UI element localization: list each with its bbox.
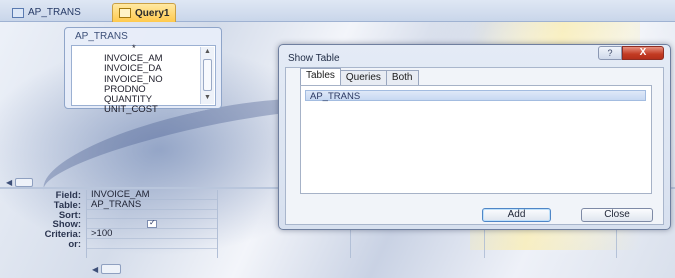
tab-tables[interactable]: Tables [300, 68, 341, 85]
dialog-tabs: Tables Queries Both [300, 68, 419, 85]
table-list: AP_TRANS [300, 85, 652, 194]
close-icon[interactable]: X [622, 46, 664, 60]
field-list: * INVOICE_AM INVOICE_DA INVOICE_NO PRODN… [71, 43, 216, 115]
scroll-up-icon[interactable]: ▲ [204, 48, 211, 56]
table-icon [12, 7, 24, 18]
design-grid-column-1: INVOICE_AM AP_TRANS >100 [86, 190, 218, 258]
show-table-dialog: Show Table ? X Tables Queries Both AP_TR… [278, 44, 671, 230]
tab-label: AP_TRANS [28, 7, 81, 18]
row-label-or: or: [68, 238, 81, 250]
tab-label: Query1 [135, 7, 170, 19]
or-cell[interactable] [87, 239, 217, 249]
document-tab-strip: AP_TRANS Query1 [0, 0, 675, 22]
query-icon [119, 8, 131, 18]
tab-both[interactable]: Both [385, 70, 419, 85]
show-checkbox[interactable] [147, 218, 157, 229]
tab-ap-trans[interactable]: AP_TRANS [6, 3, 87, 22]
table-cell[interactable]: AP_TRANS [87, 199, 217, 210]
scroll-down-icon[interactable]: ▼ [204, 94, 211, 102]
close-button[interactable]: Close [581, 208, 653, 222]
dialog-title: Show Table [288, 53, 340, 64]
help-button[interactable]: ? [598, 46, 622, 60]
design-grid-scrollbar[interactable]: ◀ [92, 264, 122, 274]
field-list-window[interactable]: AP_TRANS * INVOICE_AM INVOICE_DA INVOICE… [64, 27, 222, 115]
dialog-caption-buttons: ? X [598, 46, 664, 60]
scroll-thumb[interactable] [15, 177, 34, 187]
field-list-item[interactable]: UNIT_COST [104, 104, 163, 115]
field-list-title: AP_TRANS [75, 31, 128, 42]
criteria-cell[interactable]: >100 [87, 229, 217, 239]
scroll-left-icon[interactable]: ◀ [6, 178, 12, 187]
field-list-scrollbar[interactable]: ▲ ▼ [200, 47, 214, 104]
add-button[interactable]: Add [482, 208, 551, 222]
list-item[interactable]: AP_TRANS [305, 90, 646, 102]
tab-query1[interactable]: Query1 [112, 3, 177, 22]
scroll-thumb[interactable] [101, 264, 122, 274]
design-grid-row-labels: Field: Table: Sort: Show: Criteria: or: [8, 191, 81, 250]
tab-queries[interactable]: Queries [339, 70, 387, 85]
dialog-body: Tables Queries Both AP_TRANS Add Close [285, 67, 664, 225]
scroll-thumb[interactable] [203, 59, 212, 91]
scroll-left-icon[interactable]: ◀ [92, 265, 98, 274]
